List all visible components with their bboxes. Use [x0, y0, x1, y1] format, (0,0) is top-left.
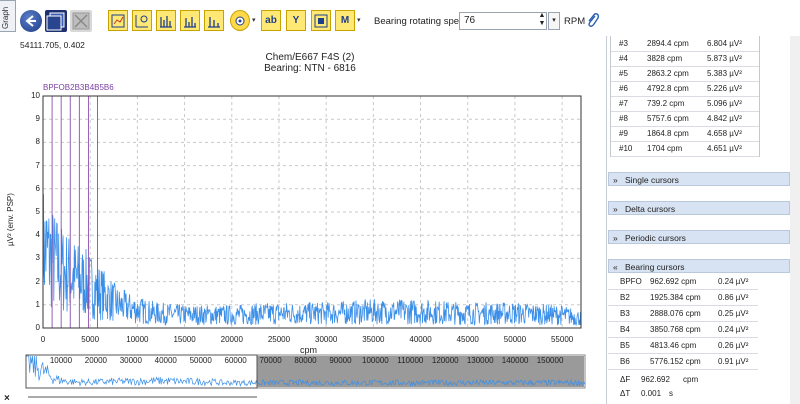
x-tick-label: 40000 [409, 335, 432, 344]
x-tick-label: 35000 [362, 335, 385, 344]
delta-t-value: 0.001 [641, 389, 662, 398]
peak-id: #9 [619, 129, 628, 138]
bearing-cursor-freq: 1925.384 cpm [650, 293, 701, 302]
bearing-cursor-freq: 962.692 cpm [650, 277, 697, 286]
peak-row: #6 4792.8 cpm 5.226 µV² [611, 81, 759, 97]
bearing-cursor-freq: 4813.46 cpm [650, 341, 697, 350]
bearing-cursors-header[interactable]: «Bearing cursors [608, 259, 790, 273]
bearing-cursor-row: B6 5776.152 cpm 0.91 µV² [608, 354, 758, 370]
peak-row: #10 1704 cpm 4.651 µV² [611, 141, 759, 157]
peak-id: #8 [619, 114, 628, 123]
peak-amp: 5.226 µV² [707, 84, 742, 93]
y-tick-label: 8 [35, 137, 40, 147]
chevron-double-up-icon: « [613, 262, 618, 272]
x-tick-label: 15000 [173, 335, 196, 344]
peak-amp: 6.804 µV² [707, 39, 742, 48]
y-tick-label: 2 [35, 276, 40, 286]
peak-freq: 1864.8 cpm [647, 129, 689, 138]
single-cursors-header[interactable]: » Single cursors [608, 172, 790, 186]
bearing-cursor-amp: 0.25 µV² [718, 309, 749, 318]
y-tick-label: 1 [35, 299, 40, 309]
peak-row: #7 739.2 cpm 5.096 µV² [611, 96, 759, 112]
peak-row: #4 3828 cpm 5.873 µV² [611, 51, 759, 67]
peak-freq: 4792.8 cpm [647, 84, 689, 93]
bearing-cursor-row: B5 4813.46 cpm 0.26 µV² [608, 338, 758, 354]
panel-scrollbar[interactable] [790, 36, 800, 404]
periodic-cursors-header[interactable]: » Periodic cursors [608, 230, 790, 244]
y-tick-label: 3 [35, 253, 40, 263]
spectrum-series-line [42, 194, 582, 327]
peak-freq: 2863.2 cpm [647, 69, 689, 78]
overview-tick-label: 150000 [536, 356, 564, 365]
peak-amp: 4.842 µV² [707, 114, 742, 123]
x-tick-label: 25000 [267, 335, 291, 344]
peak-id: #7 [619, 99, 628, 108]
bearing-cursors-table: BPFO 962.692 cpm 0.24 µV² B2 1925.384 cpm 0.8… [608, 274, 758, 404]
close-icon[interactable]: × [4, 393, 10, 404]
peak-freq: 3828 cpm [647, 54, 683, 63]
peak-freq: 5757.6 cpm [647, 114, 689, 123]
delta-f-unit: cpm [683, 375, 699, 384]
bearing-cursor-freq: 3850.768 cpm [650, 325, 701, 334]
bearing-cursor-amp: 0.91 µV² [718, 357, 749, 366]
peaks-table: #3 2894.4 cpm 6.804 µV² #4 3828 cpm 5.873 µV²… [610, 36, 760, 157]
peak-freq: 1704 cpm [647, 144, 683, 153]
x-tick-label: 20000 [220, 335, 243, 344]
bearing-cursor-name: B6 [620, 357, 630, 366]
chevron-double-down-icon: » [613, 175, 618, 185]
bearing-cursor-row: B3 2888.076 cpm 0.25 µV² [608, 306, 758, 322]
peak-amp: 5.096 µV² [707, 99, 742, 108]
bearing-cursor-amp: 0.26 µV² [718, 341, 749, 350]
chevron-double-down-icon: » [613, 204, 618, 214]
bearing-cursor-amp: 0.24 µV² [718, 277, 749, 286]
y-tick-label: 4 [35, 230, 40, 240]
x-tick-label: 45000 [456, 335, 479, 344]
x-tick-label: 10000 [126, 335, 149, 344]
delta-cursors-header[interactable]: » Delta cursors [608, 201, 790, 215]
x-tick-label: 30000 [315, 335, 338, 344]
bearing-cursor-name: B4 [620, 325, 630, 334]
peak-row: #5 2863.2 cpm 5.383 µV² [611, 66, 759, 82]
bearing-cursor-name: B2 [620, 293, 630, 302]
bearing-cursor-name: B5 [620, 341, 630, 350]
y-tick-label: 0 [35, 323, 40, 332]
peak-id: #3 [619, 39, 628, 48]
peak-row: #8 5757.6 cpm 4.842 µV² [611, 111, 759, 127]
peak-id: #5 [619, 69, 628, 78]
peak-id: #4 [619, 54, 628, 63]
peak-amp: 4.651 µV² [707, 144, 742, 153]
x-tick-label: 55000 [550, 335, 574, 344]
bearing-cursor-row: BPFO 962.692 cpm 0.24 µV² [608, 274, 758, 290]
bearing-cursor-amp: 0.86 µV² [718, 293, 749, 302]
bearing-cursor-row: B4 3850.768 cpm 0.24 µV² [608, 322, 758, 338]
y-tick-label: 10 [31, 91, 40, 100]
bearing-cursor-amp: 0.24 µV² [718, 325, 749, 334]
delta-f-label: ΔF [620, 375, 631, 384]
bearing-cursor-name: BPFO [620, 277, 642, 286]
peak-row: #3 2894.4 cpm 6.804 µV² [611, 36, 759, 52]
y-tick-label: 5 [35, 207, 40, 216]
bearing-cursor-freq: 5776.152 cpm [650, 357, 701, 366]
x-tick-label: 5000 [81, 335, 100, 344]
peak-id: #10 [619, 144, 633, 153]
peak-freq: 739.2 cpm [647, 99, 685, 108]
y-tick-label: 7 [35, 160, 40, 170]
peak-row: #9 1864.8 cpm 4.658 µV² [611, 126, 759, 142]
peak-id: #6 [619, 84, 628, 93]
y-tick-label: 9 [35, 114, 40, 124]
x-tick-label: 0 [40, 335, 46, 344]
delta-t-unit: s [669, 389, 673, 398]
bearing-cursor-name: B3 [620, 309, 630, 318]
peak-amp: 5.873 µV² [707, 54, 742, 63]
delta-t-label: ΔT [620, 389, 631, 398]
x-tick-label: 50000 [503, 335, 527, 344]
peak-amp: 5.383 µV² [707, 69, 742, 78]
chevron-double-down-icon: » [613, 233, 618, 243]
peak-amp: 4.658 µV² [707, 129, 742, 138]
delta-f-value: 962.692 [641, 375, 670, 384]
bearing-cursor-row: B2 1925.384 cpm 0.86 µV² [608, 290, 758, 306]
bearing-cursor-freq: 2888.076 cpm [650, 309, 701, 318]
peak-freq: 2894.4 cpm [647, 39, 689, 48]
y-tick-label: 6 [35, 183, 40, 193]
